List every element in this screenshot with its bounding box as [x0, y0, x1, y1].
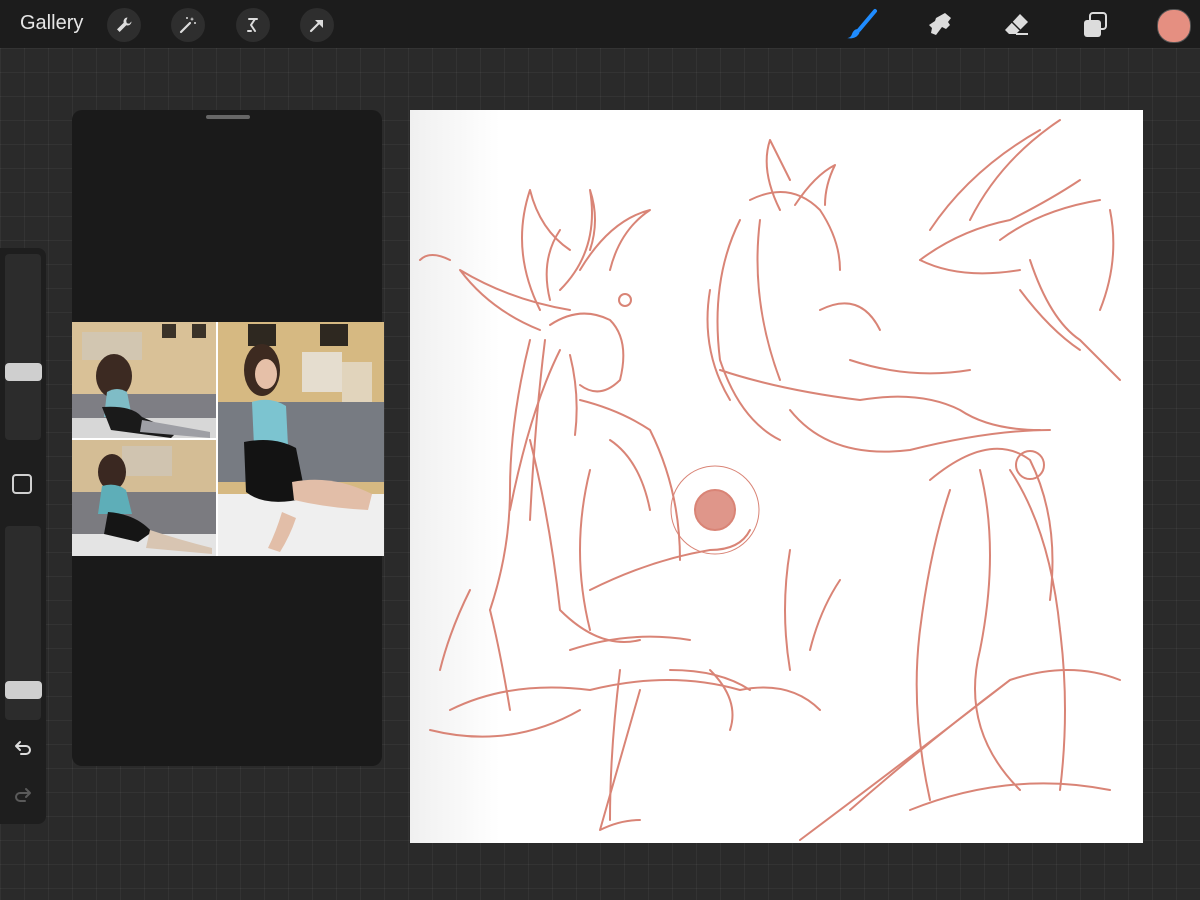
selection-icon	[247, 18, 258, 32]
layers-icon	[1084, 12, 1107, 37]
transform-arrow-icon	[309, 19, 323, 33]
reference-photo-collage	[72, 322, 384, 556]
brush-size-slider[interactable]	[5, 254, 41, 440]
modify-button[interactable]	[12, 474, 32, 494]
adjustments-button[interactable]	[171, 8, 205, 42]
undo-icon[interactable]	[12, 738, 34, 760]
reference-panel-handle[interactable]	[206, 115, 250, 119]
opacity-thumb[interactable]	[5, 680, 42, 699]
eraser-icon	[1005, 14, 1028, 35]
gallery-button[interactable]: Gallery	[20, 12, 83, 35]
layers-button[interactable]	[1078, 8, 1112, 42]
top-toolbar: Gallery	[0, 0, 1200, 48]
smudge-tool-button[interactable]	[923, 8, 957, 42]
brush-size-thumb[interactable]	[5, 363, 42, 382]
actions-button[interactable]	[107, 8, 141, 42]
brush-icon	[847, 9, 877, 39]
reference-panel	[72, 110, 384, 766]
drawing-canvas[interactable]	[410, 110, 1143, 843]
eraser-tool-button[interactable]	[1000, 8, 1034, 42]
sketch-artwork	[419, 119, 1121, 841]
reference-photo-3	[218, 322, 384, 556]
smudge-icon	[929, 13, 951, 35]
color-picker-swatch[interactable]	[1157, 9, 1191, 43]
wrench-icon	[117, 17, 132, 32]
redo-icon[interactable]	[12, 785, 34, 807]
transform-button[interactable]	[300, 8, 334, 42]
side-bar	[0, 248, 46, 824]
reference-photo-2	[72, 440, 216, 556]
reference-photo-1	[72, 322, 216, 438]
brush-tool-button[interactable]	[845, 8, 879, 42]
selection-button[interactable]	[236, 8, 270, 42]
magic-wand-icon	[179, 17, 196, 34]
